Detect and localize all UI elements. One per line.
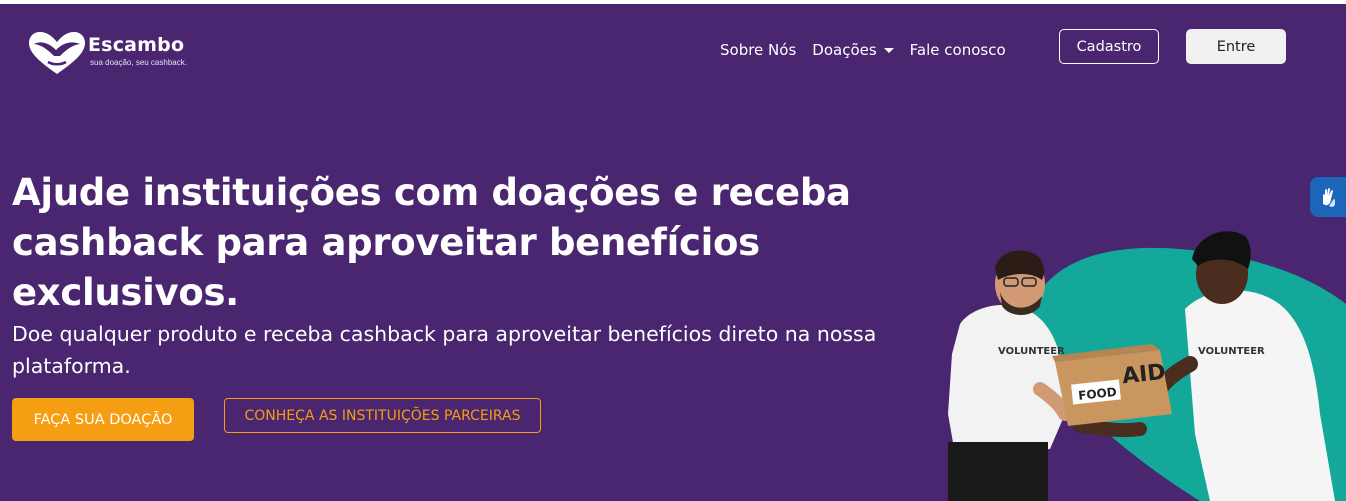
nav-link-contact[interactable]: Fale conosco: [910, 41, 1006, 59]
caret-down-icon: [883, 47, 894, 53]
main-nav: Sobre Nós Doações Fale conosco: [720, 41, 1006, 59]
volunteers-illustration: VOLUNTEER VOLUNTEER FOOD AID: [948, 231, 1346, 501]
donate-button[interactable]: FAÇA SUA DOAÇÃO: [12, 398, 194, 441]
brand-tagline: sua doação, seu cashback.: [90, 58, 187, 67]
food-box: FOOD AID: [1052, 344, 1172, 426]
brand-name: Escambo: [88, 34, 185, 56]
accessibility-widget[interactable]: [1310, 177, 1346, 217]
heart-hands-icon: [29, 32, 85, 74]
brand-logo[interactable]: Escambo sua doação, seu cashback.: [26, 30, 206, 78]
hero-headline: Ajude instituições com doações e receba …: [12, 171, 851, 314]
nav-dropdown-donations[interactable]: Doações: [812, 41, 894, 59]
login-button[interactable]: Entre: [1186, 29, 1286, 64]
nav-link-about[interactable]: Sobre Nós: [720, 41, 796, 59]
box-marking: AID: [1121, 360, 1167, 389]
nav-dropdown-label: Doações: [812, 41, 877, 59]
hero-section: Escambo sua doação, seu cashback. Sobre …: [0, 4, 1346, 501]
hero-subheadline: Doe qualquer produto e receba cashback p…: [12, 322, 877, 378]
shirt-text-right: VOLUNTEER: [1198, 346, 1265, 357]
signup-button[interactable]: Cadastro: [1059, 29, 1159, 64]
shirt-text-left: VOLUNTEER: [998, 346, 1065, 357]
partners-button[interactable]: CONHEÇA AS INSTITUIÇÕES PARCEIRAS: [224, 398, 541, 433]
hands-sign-language-icon: [1323, 188, 1335, 207]
